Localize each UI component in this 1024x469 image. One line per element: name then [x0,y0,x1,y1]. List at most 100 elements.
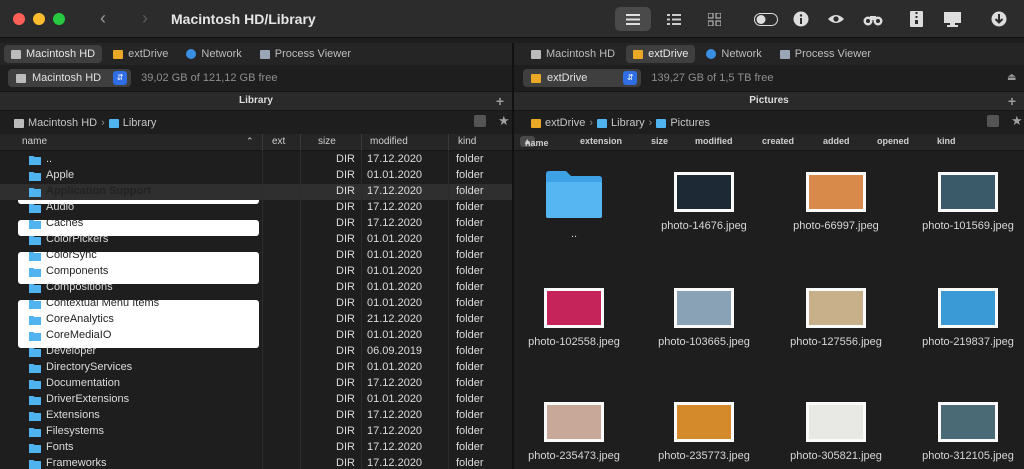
folder-icon [108,118,119,128]
right-tab-macintosh-hd[interactable]: Macintosh HD [524,45,622,63]
folder-icon [29,204,41,213]
column-created[interactable]: created [762,136,794,146]
left-tab-extdrive[interactable]: extDrive [106,45,175,63]
info-icon[interactable] [783,7,819,31]
table-row[interactable]: ColorPickers DIR 01.01.2020 folder [0,232,512,248]
column-ext[interactable]: ext [272,136,285,147]
minimize-window-button[interactable] [33,13,45,25]
table-row[interactable]: ColorSync DIR 01.01.2020 folder [0,248,512,264]
list-view-icon[interactable] [615,7,651,31]
table-row[interactable]: DriverExtensions DIR 01.01.2020 folder [0,392,512,408]
star-icon[interactable]: ★ [498,114,510,127]
table-row[interactable]: Documentation DIR 17.12.2020 folder [0,376,512,392]
column-extension[interactable]: extension [580,136,622,146]
right-tab-process-viewer[interactable]: Process Viewer [773,45,878,63]
volume-name: Macintosh HD [32,72,102,84]
zoom-window-button[interactable] [53,13,65,25]
grid-item[interactable]: .. [514,168,634,241]
grid-item[interactable]: photo-305821.jpeg [776,402,896,463]
column-size[interactable]: size [318,136,336,147]
breadcrumb-item[interactable]: Pictures [670,117,710,129]
column-modified[interactable]: modified [695,136,733,146]
folder-icon [29,332,41,341]
grid-item[interactable]: photo-312105.jpeg [908,402,1024,463]
tab-label: Process Viewer [794,48,871,60]
column-added[interactable]: added [823,136,850,146]
square-icon[interactable] [474,115,486,127]
column-modified[interactable]: modified [370,136,408,147]
square-icon[interactable] [987,115,999,127]
eject-icon[interactable]: ⏏ [1007,72,1016,83]
grid-item[interactable]: photo-127556.jpeg [776,288,896,349]
binoculars-icon[interactable] [855,7,891,31]
file-name: Filesystems [46,425,105,437]
add-tab-button[interactable]: + [1004,94,1020,110]
breadcrumb-item[interactable]: Library [123,117,157,129]
table-row[interactable]: CoreAnalytics DIR 21.12.2020 folder [0,312,512,328]
grid-item[interactable]: photo-66997.jpeg [776,172,896,233]
table-row[interactable]: Components DIR 01.01.2020 folder [0,264,512,280]
grid-item[interactable]: photo-101569.jpeg [908,172,1024,233]
grid-item[interactable]: photo-14676.jpeg [644,172,764,233]
file-size: DIR [336,249,355,261]
breadcrumb-item[interactable]: extDrive [545,117,585,129]
column-kind[interactable]: kind [458,136,476,147]
star-icon[interactable]: ★ [1011,114,1023,127]
grid-item[interactable]: photo-102558.jpeg [514,288,634,349]
left-tab-process-viewer[interactable]: Process Viewer [253,45,358,63]
left-tab-macintosh-hd[interactable]: Macintosh HD [4,45,103,63]
grid-item[interactable]: photo-103665.jpeg [644,288,764,349]
left-tab-network[interactable]: Network [179,45,248,63]
table-row[interactable]: Contextual Menu Items DIR 01.01.2020 folder [0,296,512,312]
breadcrumb-item[interactable]: Library [611,117,645,129]
left-volume-select[interactable]: Macintosh HD ⇵ [8,69,132,87]
file-modified: 01.01.2020 [367,249,423,261]
grid-item[interactable]: photo-235473.jpeg [514,402,634,463]
file-name: Application Support [46,185,152,197]
column-kind[interactable]: kind [937,136,956,146]
file-size: DIR [336,457,355,469]
right-tab-network[interactable]: Network [699,45,768,63]
grid-item[interactable]: photo-219837.jpeg [908,288,1024,349]
column-size[interactable]: size [651,136,668,146]
table-row[interactable]: Filesystems DIR 17.12.2020 folder [0,424,512,440]
right-tab-extdrive[interactable]: extDrive [626,45,696,63]
table-row[interactable]: CoreMediaIO DIR 01.01.2020 folder [0,328,512,344]
table-row[interactable]: .. DIR 17.12.2020 folder [0,152,512,168]
computer-icon[interactable] [934,7,970,31]
table-row[interactable]: Compositions DIR 01.01.2020 folder [0,280,512,296]
file-name: ColorPickers [46,233,109,245]
table-row[interactable]: Extensions DIR 17.12.2020 folder [0,408,512,424]
add-tab-button[interactable]: + [492,94,508,110]
back-button[interactable]: ‹ [92,8,114,30]
eye-icon[interactable] [818,7,854,31]
grid-item[interactable]: photo-235773.jpeg [644,402,764,463]
file-size: DIR [336,153,355,165]
table-row[interactable]: Fonts DIR 17.12.2020 folder [0,440,512,456]
forward-button[interactable]: › [134,8,156,30]
download-icon[interactable] [981,7,1017,31]
table-row[interactable]: Frameworks DIR 17.12.2020 folder [0,456,512,469]
column-opened[interactable]: opened [877,136,909,146]
toggle-switch-icon[interactable] [748,7,784,31]
table-row[interactable]: Application Support DIR 17.12.2020 folder [0,184,512,200]
close-window-button[interactable] [13,13,25,25]
right-volume-select[interactable]: extDrive ⇵ [523,69,642,87]
zip-archive-icon[interactable] [898,7,934,31]
table-row[interactable]: Caches DIR 17.12.2020 folder [0,216,512,232]
breadcrumb-separator: › [101,117,105,129]
detail-list-icon[interactable] [656,7,692,31]
column-name[interactable]: name [22,136,47,147]
table-row[interactable]: DirectoryServices DIR 01.01.2020 folder [0,360,512,376]
file-name: DriverExtensions [46,393,130,405]
column-name[interactable]: name ▴ [520,136,549,148]
breadcrumb-item[interactable]: Macintosh HD [28,117,97,129]
table-row[interactable]: Apple DIR 01.01.2020 folder [0,168,512,184]
folder-icon [656,118,667,128]
left-volume-bar: Macintosh HD ⇵ 39,02 GB of 121,12 GB fre… [8,67,277,89]
file-kind: folder [456,441,484,453]
grid-view-icon[interactable] [696,7,732,31]
drive-icon [531,118,541,128]
table-row[interactable]: Developer DIR 06.09.2019 folder [0,344,512,360]
table-row[interactable]: Audio DIR 17.12.2020 folder [0,200,512,216]
